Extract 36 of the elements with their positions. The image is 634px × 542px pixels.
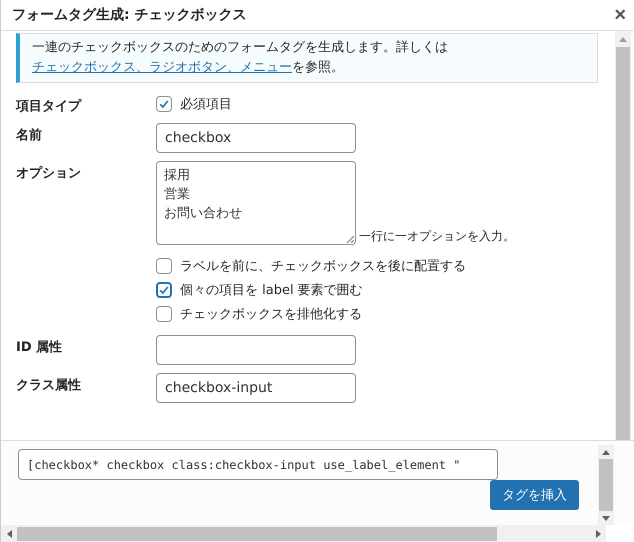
docs-link[interactable]: チェックボックス、ラジオボタン、メニュー (32, 60, 292, 75)
scroll-thumb[interactable] (599, 459, 613, 511)
hint-text: 一行に一オプションを入力。 (359, 228, 515, 245)
text-field[interactable]: checkbox (156, 123, 356, 153)
checkbox-label[interactable]: 必須項目 (180, 95, 232, 113)
field-label: オプション (16, 164, 82, 183)
horizontal-scrollbar[interactable] (1, 525, 606, 542)
checkmark-icon (158, 284, 170, 296)
close-button[interactable]: × (614, 5, 626, 25)
checkbox-label[interactable]: 個々の項目を label 要素で囲む (180, 281, 363, 299)
scrollbar[interactable] (615, 31, 631, 440)
checkmark-icon (158, 98, 170, 110)
option-line: お問い合わせ (164, 205, 242, 223)
option-line: 営業 (164, 186, 190, 204)
dialog-title: フォームタグ生成: チェックボックス (12, 6, 246, 24)
option-line: 採用 (164, 167, 190, 185)
checkbox[interactable] (156, 306, 172, 322)
insert-tag-button[interactable]: タグを挿入 (490, 480, 579, 510)
checkbox[interactable] (156, 258, 172, 274)
checkbox[interactable] (156, 96, 172, 112)
checkbox-label[interactable]: チェックボックスを排他化する (180, 305, 362, 323)
text-field[interactable] (156, 335, 356, 365)
options-textarea[interactable]: 採用 営業 お問い合わせ (156, 161, 356, 245)
text-field[interactable]: checkbox-input (156, 373, 356, 403)
checkbox-label[interactable]: ラベルを前に、チェックボックスを後に配置する (180, 257, 466, 275)
field-label: クラス属性 (16, 377, 82, 395)
checkbox[interactable] (156, 282, 172, 298)
notice-text: 一連のチェックボックスのためのフォームタグを生成します。詳しくは チェックボックス、ラジオボタン、メニューを参照。 (32, 40, 448, 75)
scrollbar[interactable] (598, 445, 614, 525)
tag-field[interactable]: [checkbox* checkbox class:checkbox-input use_label_element " (18, 449, 498, 480)
field-label: ID 属性 (16, 339, 64, 357)
resize-grip-icon[interactable] (346, 235, 354, 243)
scroll-thumb[interactable] (616, 47, 630, 440)
field-label: 項目タイプ (16, 98, 83, 115)
field-label: 名前 (16, 127, 43, 145)
scroll-thumb[interactable] (17, 527, 497, 541)
